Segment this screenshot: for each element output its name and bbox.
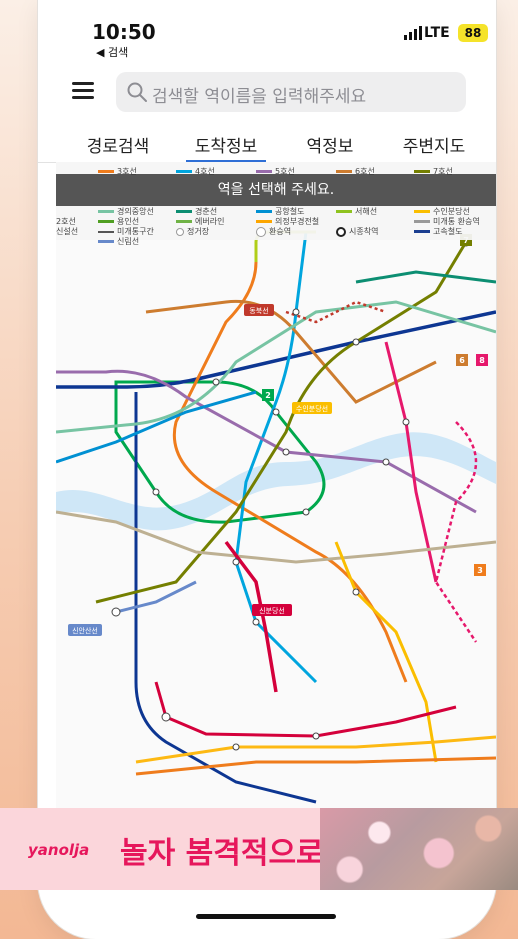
badge-line-2: 2 [265, 391, 271, 400]
line-red-south [154, 681, 457, 738]
map-legend: 3호선 4호선 5호선 6호선 7호선 경의중앙선 경춘선 공항철도 서해선 수… [56, 162, 496, 246]
line-orange-south [135, 756, 496, 776]
back-to-app-link[interactable]: ◀ 검색 [96, 44, 128, 60]
battery-icon: 88 [458, 24, 488, 42]
legend-station: 정거장 [176, 226, 209, 237]
search-row: 검색할 역이름을 입력해주세요 [38, 70, 496, 116]
tab-station-info[interactable]: 역정보 [300, 132, 360, 162]
ad-photo [320, 808, 518, 890]
ad-banner[interactable]: yanolja 놀자 봄격적으로 [0, 808, 518, 890]
legend-terminal: 시종착역 [336, 226, 378, 237]
phone-screen: 10:50 ◀ 검색 LTE 88 검색할 역이름을 입력해주세요 경로검색 도… [38, 0, 496, 939]
legend-seohae: 서해선 [336, 206, 377, 217]
tab-nearby-map[interactable]: 주변지도 [398, 132, 470, 162]
tag-suin-bundang: 수인분당선 [296, 404, 328, 413]
legend-silim: 신림선 [98, 236, 139, 247]
badge-line-8: 8 [479, 356, 485, 365]
subway-map[interactable]: 7 2 6 8 3 신분당선 수인분당선 동북선 신안산선 3호선 4호선 5호… [56, 162, 496, 810]
tab-route-search[interactable]: 경로검색 [82, 132, 154, 162]
tag-dongbuk: 동북선 [249, 306, 268, 315]
subway-map-canvas[interactable]: 7 2 6 8 3 신분당선 수인분당선 동북선 신안산선 [56, 162, 496, 810]
legend-transfer: 환승역 [256, 226, 291, 237]
line-airport [56, 390, 257, 464]
status-bar: 10:50 ◀ 검색 LTE 88 [38, 0, 496, 59]
line-1 [56, 310, 496, 389]
hamburger-menu-icon[interactable] [72, 82, 94, 100]
tab-bar: 경로검색 도착정보 역정보 주변지도 [38, 124, 496, 163]
home-indicator [196, 914, 336, 919]
badge-line-6: 6 [459, 356, 465, 365]
search-icon [127, 82, 147, 102]
signal-icon [404, 26, 422, 40]
tag-shinbundang: 신분당선 [259, 606, 285, 615]
network-type: LTE [424, 25, 450, 41]
line-shinbundang [224, 540, 278, 693]
ad-headline: 놀자 봄격적으로 [120, 836, 324, 871]
station-search-input[interactable]: 검색할 역이름을 입력해주세요 [116, 72, 466, 112]
search-placeholder: 검색할 역이름을 입력해주세요 [152, 87, 367, 107]
legend-highspeed: 고속철도 [414, 226, 462, 237]
select-station-toast: 역을 선택해 주세요. [56, 174, 496, 206]
badge-line-3: 3 [477, 566, 483, 575]
tag-sinansan: 신안산선 [72, 626, 98, 635]
line-gyeongchun [355, 270, 496, 284]
ad-brand-logo: yanolja [28, 841, 90, 859]
status-time: 10:50 [92, 20, 156, 44]
legend-sinseol: 신설선 [56, 227, 79, 236]
tab-arrival-info[interactable]: 도착정보 [186, 132, 266, 163]
line-8 [384, 341, 438, 583]
